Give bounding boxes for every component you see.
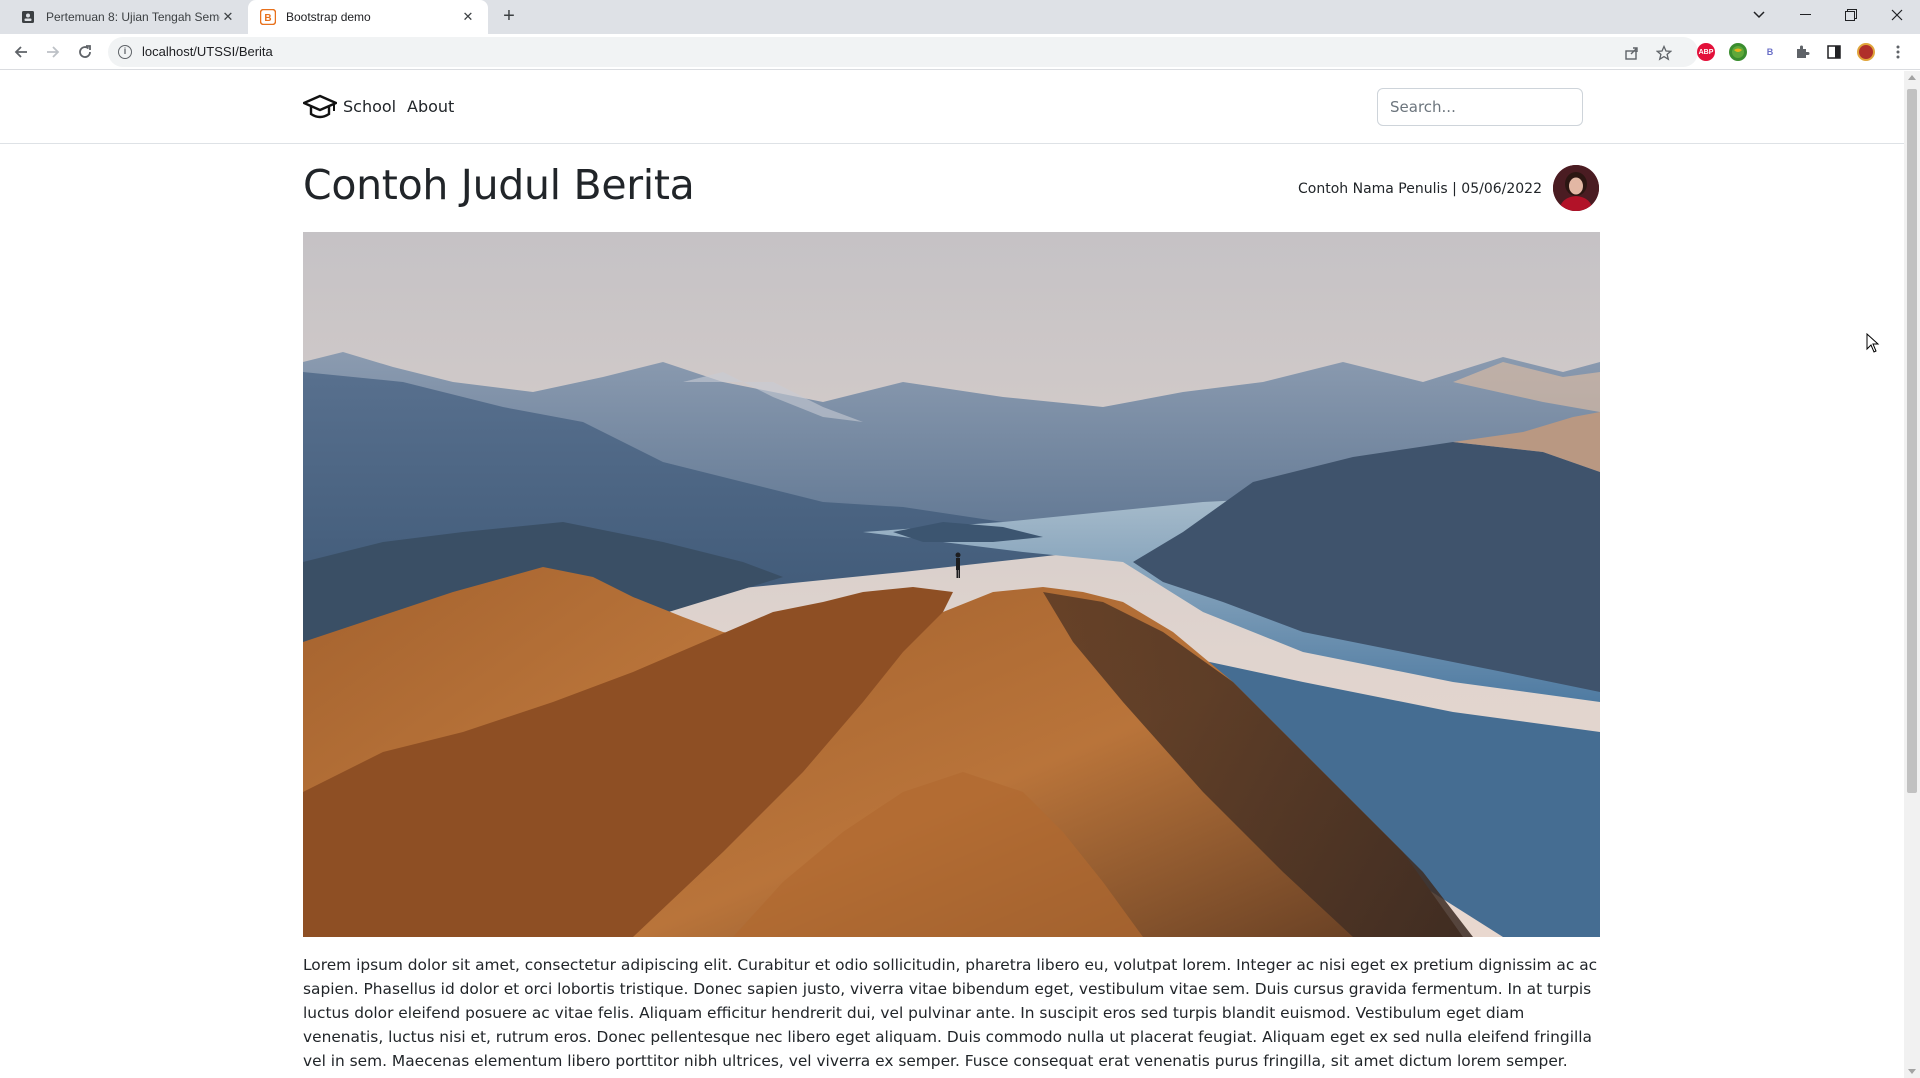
- tab-title: Pertemuan 8: Ujian Tengah Seme: [46, 10, 220, 24]
- forward-icon[interactable]: [41, 40, 65, 64]
- puzzle-icon[interactable]: [1793, 43, 1811, 61]
- bookmark-star-icon[interactable]: [1654, 43, 1674, 63]
- adblock-icon[interactable]: ABP: [1697, 43, 1715, 61]
- profile-avatar-icon[interactable]: [1857, 43, 1875, 61]
- extension-globe-icon[interactable]: [1729, 43, 1747, 61]
- side-panel-icon[interactable]: [1825, 43, 1843, 61]
- share-icon[interactable]: [1622, 43, 1642, 63]
- author-avatar: [1553, 165, 1599, 211]
- url-text: localhost/UTSSI/Berita: [142, 44, 273, 59]
- scroll-down-arrow-icon[interactable]: [1908, 1069, 1916, 1074]
- nav-school-link[interactable]: School: [343, 97, 396, 116]
- site-navbar: School About: [0, 71, 1904, 144]
- tab-strip: Pertemuan 8: Ujian Tengah Seme ✕ B Boots…: [0, 0, 1920, 34]
- scroll-thumb[interactable]: [1907, 89, 1917, 793]
- address-bar[interactable]: i localhost/UTSSI/Berita: [108, 37, 1698, 67]
- site-info-icon[interactable]: i: [118, 45, 132, 59]
- extension-b-icon[interactable]: B: [1761, 43, 1779, 61]
- web-page: School About Contoh Judul Berita Contoh …: [0, 71, 1904, 1078]
- document-icon: [20, 9, 36, 25]
- scroll-up-arrow-icon[interactable]: [1908, 75, 1916, 80]
- page-scrollbar[interactable]: [1904, 71, 1920, 1078]
- mouse-cursor-icon: [1866, 333, 1880, 353]
- close-window-icon[interactable]: [1874, 0, 1920, 30]
- graduation-cap-icon: [303, 94, 337, 119]
- close-tab-icon[interactable]: ✕: [460, 9, 476, 25]
- restore-icon[interactable]: [1828, 0, 1874, 30]
- kebab-menu-icon[interactable]: [1889, 43, 1907, 61]
- back-icon[interactable]: [9, 40, 33, 64]
- bootstrap-icon: B: [260, 9, 276, 25]
- new-tab-button[interactable]: +: [498, 6, 520, 28]
- reload-icon[interactable]: [73, 40, 97, 64]
- article-title: Contoh Judul Berita: [303, 161, 695, 209]
- nav-about-link[interactable]: About: [407, 97, 454, 116]
- search-input[interactable]: [1377, 88, 1583, 126]
- hero-image: [303, 232, 1600, 937]
- minimize-icon[interactable]: [1782, 0, 1828, 30]
- tab-search-icon[interactable]: [1736, 0, 1782, 30]
- close-tab-icon[interactable]: ✕: [220, 9, 236, 25]
- tab-bootstrap-demo[interactable]: B Bootstrap demo ✕: [248, 0, 488, 34]
- browser-toolbar: i localhost/UTSSI/Berita ABP B: [0, 34, 1920, 70]
- article-paragraph: Lorem ipsum dolor sit amet, consectetur …: [303, 956, 1598, 1078]
- tab-title: Bootstrap demo: [286, 10, 371, 24]
- article-body: Lorem ipsum dolor sit amet, consectetur …: [303, 953, 1603, 1078]
- tab-pertemuan[interactable]: Pertemuan 8: Ujian Tengah Seme ✕: [8, 0, 248, 34]
- brand-logo[interactable]: [303, 93, 345, 121]
- article-byline: Contoh Nama Penulis | 05/06/2022: [1298, 181, 1542, 197]
- svg-text:B: B: [264, 13, 271, 24]
